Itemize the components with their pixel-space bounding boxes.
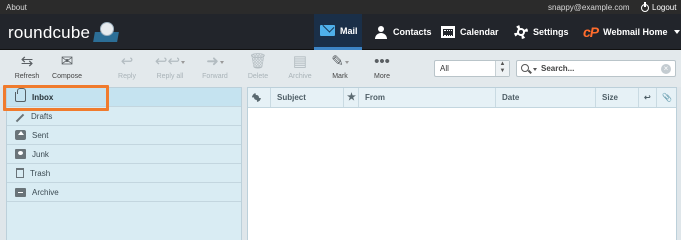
mark-label: Mark bbox=[332, 73, 348, 80]
clear-search-icon[interactable]: × bbox=[661, 64, 671, 74]
trash-icon bbox=[16, 168, 24, 178]
column-subject[interactable]: Subject bbox=[271, 88, 344, 107]
column-size[interactable]: Size bbox=[596, 88, 639, 107]
folder-label: Trash bbox=[30, 168, 51, 178]
compose-label: Compose bbox=[52, 73, 82, 80]
compose-icon: ✉ bbox=[60, 53, 74, 70]
archive-label: Archive bbox=[288, 73, 312, 80]
archive-icon: ▤ bbox=[292, 53, 308, 70]
star-icon: ★ bbox=[347, 92, 356, 103]
list-options-button[interactable] bbox=[248, 88, 271, 107]
reply-label: Reply bbox=[118, 73, 136, 80]
nav-mail-label: Mail bbox=[340, 25, 358, 36]
folder-junk[interactable]: Junk bbox=[7, 145, 241, 164]
forward-icon: ➜ bbox=[195, 53, 235, 71]
filter-value: All bbox=[440, 64, 449, 73]
roundcube-logo[interactable]: roundcube bbox=[8, 20, 120, 46]
nav-webmail-home-label: Webmail Home bbox=[603, 27, 668, 37]
column-from[interactable]: From bbox=[359, 88, 496, 107]
paperclip-icon: 📎 bbox=[662, 93, 672, 102]
column-attachment[interactable]: 📎 bbox=[657, 88, 676, 107]
reply-all-icon: ↩↩ bbox=[150, 53, 190, 71]
search-options-caret-icon[interactable] bbox=[533, 68, 537, 71]
search-placeholder: Search... bbox=[541, 64, 575, 73]
app-header: roundcube Mail Contacts Calendar Setting… bbox=[0, 14, 681, 50]
nav-webmail-home[interactable]: cP Webmail Home bbox=[583, 14, 681, 50]
more-button[interactable]: ••• More bbox=[362, 53, 402, 80]
reply-all-button[interactable]: ↩↩ Reply all bbox=[150, 53, 190, 80]
select-arrows-icon: ▲ ▼ bbox=[495, 61, 509, 76]
logout-label: Logout bbox=[652, 3, 677, 12]
about-link[interactable]: About bbox=[6, 3, 27, 12]
delete-button[interactable]: 🗑 Delete bbox=[238, 53, 278, 80]
message-list-header: Subject ★ From Date Size ↩ 📎 bbox=[248, 88, 676, 108]
refresh-button[interactable]: ⇆ Refresh bbox=[7, 53, 47, 80]
nav-settings[interactable]: Settings bbox=[514, 14, 569, 50]
reply-icon: ↩ bbox=[120, 53, 134, 70]
logout-button[interactable]: Logout bbox=[641, 1, 677, 12]
reply-button[interactable]: ↩ Reply bbox=[107, 53, 147, 80]
folder-label: Sent bbox=[32, 130, 49, 140]
folder-label: Archive bbox=[32, 187, 59, 197]
archive-button[interactable]: ▤ Archive bbox=[280, 53, 320, 80]
column-date[interactable]: Date bbox=[496, 88, 596, 107]
more-dots-icon: ••• bbox=[374, 53, 390, 70]
column-flagged[interactable]: ★ bbox=[344, 88, 359, 107]
power-icon bbox=[641, 1, 649, 12]
folder-label: Junk bbox=[32, 149, 49, 159]
search-icon bbox=[521, 64, 529, 72]
calendar-icon bbox=[441, 26, 455, 38]
junk-icon bbox=[15, 149, 26, 159]
delete-label: Delete bbox=[247, 73, 269, 80]
mark-button[interactable]: ✎ Mark bbox=[320, 53, 360, 80]
forward-label: Forward bbox=[202, 73, 228, 80]
nav-mail[interactable]: Mail bbox=[314, 14, 362, 50]
folder-label: Drafts bbox=[31, 111, 53, 121]
search-input[interactable]: Search... × bbox=[516, 60, 676, 77]
sent-icon bbox=[15, 130, 26, 140]
logo-text: roundcube bbox=[8, 23, 91, 42]
user-email: snappy@example.com bbox=[548, 3, 630, 12]
pencil-icon: ✎ bbox=[320, 53, 360, 71]
logo-box-icon bbox=[92, 22, 120, 44]
nav-contacts-label: Contacts bbox=[393, 27, 432, 37]
reply-all-label: Reply all bbox=[156, 73, 184, 80]
envelope-icon bbox=[320, 25, 335, 36]
top-strip: About snappy@example.com Logout bbox=[0, 0, 681, 14]
nav-settings-label: Settings bbox=[533, 27, 569, 37]
pencil-icon bbox=[15, 113, 25, 123]
archive-icon bbox=[15, 187, 26, 197]
compose-button[interactable]: ✉ Compose bbox=[47, 53, 87, 80]
more-label: More bbox=[374, 73, 390, 80]
nav-contacts[interactable]: Contacts bbox=[372, 14, 432, 50]
inbox-highlight-box bbox=[3, 85, 109, 111]
nav-calendar-label: Calendar bbox=[460, 27, 499, 37]
forward-button[interactable]: ➜ Forward bbox=[195, 53, 235, 80]
nav-calendar[interactable]: Calendar bbox=[441, 14, 499, 50]
filter-select[interactable]: All ▲ ▼ bbox=[434, 60, 510, 77]
message-list: Subject ★ From Date Size ↩ 📎 bbox=[247, 87, 677, 240]
trash-icon: 🗑 bbox=[248, 53, 268, 70]
cpanel-icon: cP bbox=[583, 24, 599, 40]
refresh-icon: ⇆ bbox=[20, 53, 34, 70]
person-icon bbox=[374, 25, 388, 39]
folder-sent[interactable]: Sent bbox=[7, 126, 241, 145]
folder-archive[interactable]: Archive bbox=[7, 183, 241, 202]
folder-trash[interactable]: Trash bbox=[7, 164, 241, 183]
chevron-down-icon[interactable] bbox=[674, 30, 681, 34]
refresh-label: Refresh bbox=[14, 73, 40, 80]
mail-toolbar: ⇆ Refresh ✉ Compose ↩ Reply ↩↩ Reply all… bbox=[0, 50, 681, 87]
reply-arrow-icon: ↩ bbox=[644, 93, 651, 102]
gear-icon bbox=[514, 25, 528, 39]
column-thread[interactable]: ↩ bbox=[639, 88, 657, 107]
gear-icon bbox=[252, 93, 261, 103]
